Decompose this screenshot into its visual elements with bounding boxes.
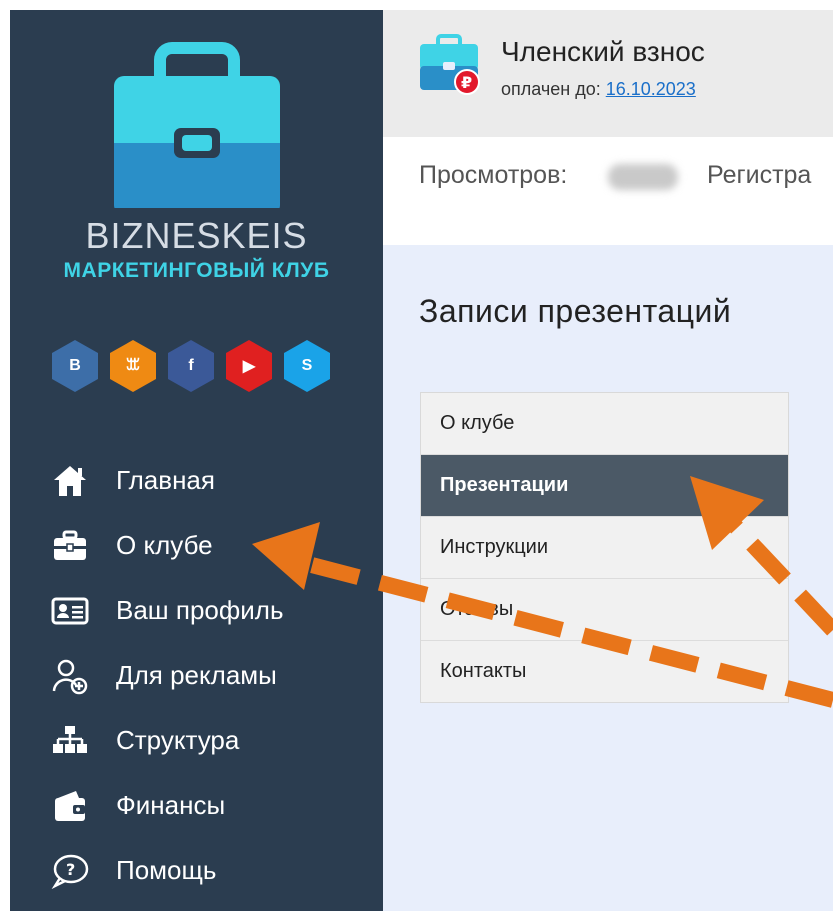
user-plus-icon xyxy=(50,656,90,696)
sidebar-item-home[interactable]: Главная xyxy=(10,448,383,513)
sidebar-item-label: Структура xyxy=(116,725,240,755)
sidebar-item-label: Финансы xyxy=(116,790,226,820)
sidebar-item-profile[interactable]: Ваш профиль xyxy=(10,578,383,643)
menu-item-instructions[interactable]: Инструкции xyxy=(421,517,788,579)
sidebar-item-label: Помощь xyxy=(116,855,217,885)
menu-item-label: Презентации xyxy=(440,474,569,496)
odnoklassniki-icon[interactable]: ꕭ xyxy=(110,340,156,392)
menu-item-label: Инструкции xyxy=(440,536,549,558)
sidebar: BIZNESKEIS МАРКЕТИНГОВЫЙ КЛУБ B ꕭ f ▶ S … xyxy=(10,10,383,911)
sidebar-item-label: Для рекламы xyxy=(116,660,277,690)
help-bubble-icon: ? xyxy=(50,851,90,891)
youtube-icon[interactable]: ▶ xyxy=(226,340,272,392)
menu-item-label: Контакты xyxy=(440,660,527,682)
menu-item-reviews[interactable]: Отзывы xyxy=(421,579,788,641)
views-count-blurred xyxy=(608,164,678,190)
menu-item-about[interactable]: О клубе xyxy=(421,393,788,455)
sidebar-item-advertising[interactable]: Для рекламы xyxy=(10,643,383,708)
wallet-icon xyxy=(50,786,90,826)
sidebar-item-about[interactable]: О клубе xyxy=(10,513,383,578)
page-title: Записи презентаций xyxy=(419,293,732,329)
membership-title: Членский взнос xyxy=(501,36,705,67)
views-label: Просмотров: xyxy=(419,161,568,189)
id-card-icon xyxy=(50,591,90,631)
membership-fee-icon: ₽ xyxy=(418,34,480,101)
main-content: Записи презентаций О клубе Презентации И… xyxy=(383,245,833,911)
sidebar-item-finance[interactable]: Финансы xyxy=(10,773,383,838)
stats-bar: Просмотров: Регистра xyxy=(383,137,833,245)
briefcase-logo-icon xyxy=(10,38,383,215)
membership-bar: ₽ Членский взнос оплачен до: 16.10.2023 xyxy=(383,10,833,137)
menu-item-label: О клубе xyxy=(440,412,515,434)
svg-text:₽: ₽ xyxy=(461,73,472,92)
section-menu: О клубе Презентации Инструкции Отзывы Ко… xyxy=(420,392,789,703)
sidebar-item-help[interactable]: ? Помощь xyxy=(10,838,383,903)
registrations-label: Регистра xyxy=(707,161,812,189)
skype-icon[interactable]: S xyxy=(284,340,330,392)
brand-tagline: МАРКЕТИНГОВЫЙ КЛУБ xyxy=(63,259,330,282)
sidebar-item-label: Ваш профиль xyxy=(116,595,284,625)
membership-status: оплачен до: 16.10.2023 xyxy=(501,79,696,100)
menu-item-label: Отзывы xyxy=(440,598,514,620)
menu-item-presentations[interactable]: Презентации xyxy=(421,455,788,517)
svg-text:?: ? xyxy=(66,860,75,879)
paid-until-date-link[interactable]: 16.10.2023 xyxy=(606,79,696,99)
home-icon xyxy=(50,461,90,501)
social-links: B ꕭ f ▶ S xyxy=(52,340,330,392)
paid-until-label: оплачен до: xyxy=(501,79,606,99)
facebook-icon[interactable]: f xyxy=(168,340,214,392)
sidebar-nav: Главная О клубе Ваш профиль Для рекламы … xyxy=(10,448,383,903)
vk-icon[interactable]: B xyxy=(52,340,98,392)
briefcase-icon xyxy=(50,526,90,566)
sidebar-item-label: Главная xyxy=(116,465,215,495)
brand-name: BIZNESKEIS xyxy=(85,215,308,256)
menu-item-contacts[interactable]: Контакты xyxy=(421,641,788,702)
sidebar-item-structure[interactable]: Структура xyxy=(10,708,383,773)
sitemap-icon xyxy=(50,721,90,761)
sidebar-item-label: О клубе xyxy=(116,530,213,560)
